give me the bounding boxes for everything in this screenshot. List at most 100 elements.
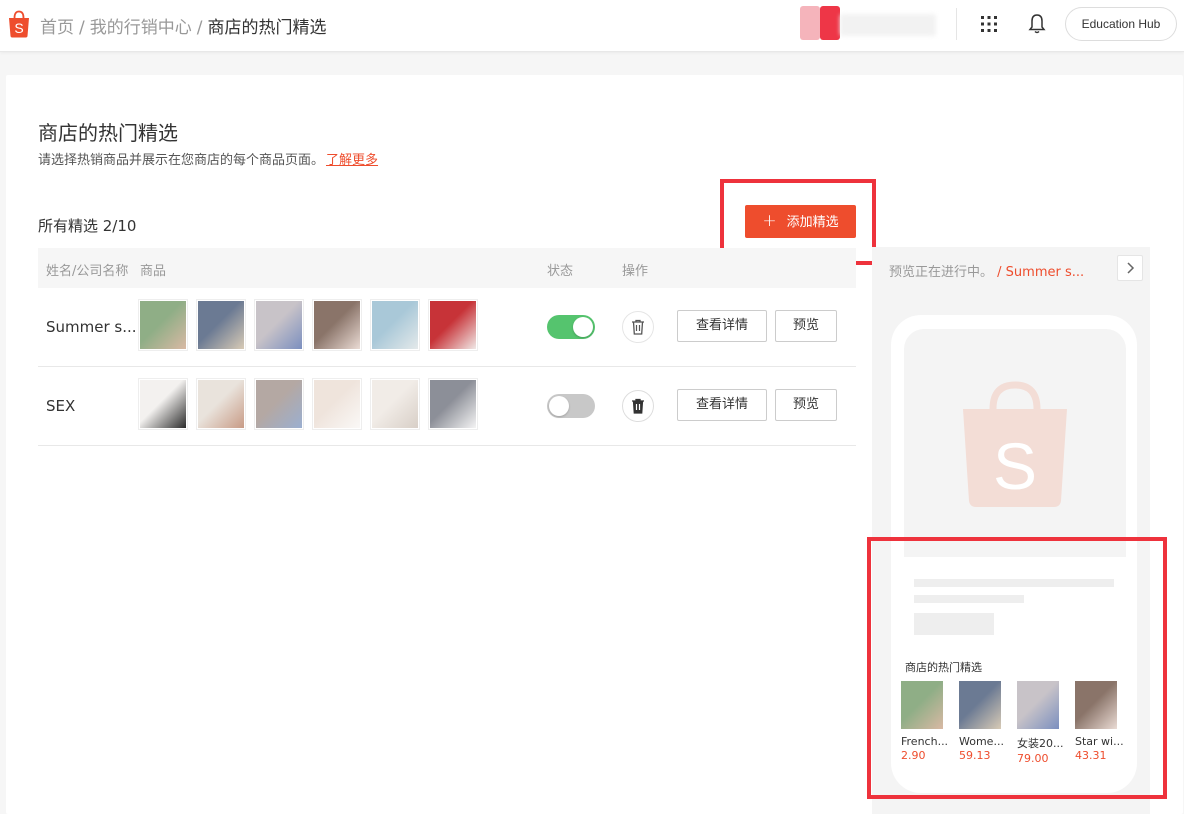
product-image [256, 380, 302, 428]
delete-button[interactable] [622, 311, 654, 343]
preview-button[interactable]: 预览 [775, 389, 837, 421]
product-image [314, 301, 360, 349]
preview-status: 预览正在进行中。 / Summer s... [889, 261, 1084, 280]
breadcrumb-current: 商店的热门精选 [207, 18, 327, 38]
avatar [800, 6, 820, 40]
shop-bag-icon: S [963, 381, 1067, 507]
header-products: 商品 [140, 264, 167, 279]
product-thumbnail [428, 299, 478, 351]
description-text: 请选择热销商品并展示在您商店的每个商品页面。 [38, 153, 325, 168]
main-card: 商店的热门精选 请选择热销商品并展示在您商店的每个商品页面。 了解更多 所有精选 … [6, 75, 1183, 814]
phone-mockup: S 商店的热门精选 French... 2.90 Wome... 59.13 女装20.… [891, 315, 1137, 793]
breadcrumb: 首页 / 我的行销中心 / 商店的热门精选 [40, 13, 326, 38]
product-thumbnail [312, 299, 362, 351]
preview-product: 女装20... 79.00 [1017, 681, 1067, 765]
preview-product: Wome... 59.13 [959, 681, 1009, 762]
product-thumbnail [254, 299, 304, 351]
preview-product-image [1017, 681, 1059, 729]
collection-name: SEX [46, 397, 76, 415]
toggle-knob [549, 396, 569, 416]
breadcrumb-home[interactable]: 首页 [40, 18, 74, 38]
trash-icon [632, 319, 644, 335]
breadcrumb-separator: / [196, 18, 203, 38]
page-title: 商店的热门精选 [38, 121, 178, 145]
product-image [198, 301, 244, 349]
collection-count: 所有精选 2/10 [38, 217, 137, 235]
product-thumbnail [428, 378, 478, 430]
svg-text:S: S [14, 20, 23, 36]
plus-icon: + [762, 211, 777, 231]
preview-status-text: 预览正在进行中。 [889, 265, 994, 280]
preview-button[interactable]: 预览 [775, 310, 837, 342]
product-image [140, 301, 186, 349]
skeleton-block [914, 613, 994, 635]
preview-product-name: 女装20... [1017, 737, 1064, 750]
notification-bell-icon[interactable] [1027, 13, 1047, 35]
product-image [372, 301, 418, 349]
status-toggle[interactable] [547, 315, 595, 339]
account-name [840, 14, 936, 36]
preview-next-button[interactable] [1117, 255, 1143, 281]
preview-product-price: 59.13 [959, 749, 991, 762]
product-thumbnail [196, 378, 246, 430]
header-status: 状态 [547, 264, 574, 279]
preview-collection-name: / Summer s... [997, 265, 1085, 280]
preview-product: Star wi... 43.31 [1075, 681, 1125, 762]
preview-product-image [901, 681, 943, 729]
collection-name: Summer s... [46, 318, 137, 336]
toggle-knob [573, 317, 593, 337]
product-thumbnail [312, 378, 362, 430]
product-thumbnail [254, 378, 304, 430]
preview-product-name: French... [901, 735, 949, 748]
preview-product-price: 79.00 [1017, 752, 1049, 765]
breadcrumb-marketing-centre[interactable]: 我的行销中心 [90, 18, 192, 38]
product-thumbnail [138, 299, 188, 351]
chevron-right-icon [1127, 262, 1135, 274]
preview-product-image [1075, 681, 1117, 729]
preview-product-name: Wome... [959, 735, 1004, 748]
preview-product: French... 2.90 [901, 681, 951, 762]
product-thumbnail [196, 299, 246, 351]
status-toggle[interactable] [547, 394, 595, 418]
page-description: 请选择热销商品并展示在您商店的每个商品页面。 了解更多 [38, 149, 378, 168]
svg-text:S: S [993, 429, 1037, 503]
add-collection-label: 添加精选 [786, 215, 839, 230]
preview-product-price: 43.31 [1075, 749, 1107, 762]
preview-product-image [959, 681, 1001, 729]
apps-grid-icon[interactable] [979, 14, 999, 34]
delete-button[interactable] [622, 390, 654, 422]
product-image [430, 380, 476, 428]
avatar [820, 6, 840, 40]
shop-logo-icon[interactable]: S [6, 10, 32, 38]
product-thumbnail [370, 299, 420, 351]
product-thumbnail [138, 378, 188, 430]
product-image [372, 380, 418, 428]
header-name: 姓名/公司名称 [46, 264, 129, 279]
skeleton-line [914, 579, 1114, 587]
top-bar: S 首页 / 我的行销中心 / 商店的热门精选 Education Hub [0, 0, 1184, 52]
product-thumbnail [370, 378, 420, 430]
product-image [314, 380, 360, 428]
header-actions: 操作 [622, 264, 649, 279]
divider [956, 8, 957, 40]
account-menu[interactable] [800, 6, 936, 42]
preview-panel: 预览正在进行中。 / Summer s... S 商店的热门精选 French.… [872, 247, 1150, 814]
product-image [256, 301, 302, 349]
product-image [140, 380, 186, 428]
add-collection-button[interactable]: + 添加精选 [745, 205, 856, 238]
learn-more-link[interactable]: 了解更多 [326, 153, 378, 168]
table-row: SEX 查看详情 预览 [38, 367, 856, 446]
education-hub-button[interactable]: Education Hub [1065, 7, 1177, 41]
preview-product-name: Star wi... [1075, 735, 1124, 748]
view-details-button[interactable]: 查看详情 [677, 310, 767, 342]
table-row: Summer s... 查看详情 预览 [38, 288, 856, 367]
product-image [430, 301, 476, 349]
skeleton-line [914, 595, 1024, 603]
trash-icon [632, 398, 644, 414]
preview-product-price: 2.90 [901, 749, 926, 762]
product-image [198, 380, 244, 428]
view-details-button[interactable]: 查看详情 [677, 389, 767, 421]
breadcrumb-separator: / [79, 18, 85, 38]
table-header: 姓名/公司名称 商品 状态 操作 [38, 248, 856, 288]
preview-section-title: 商店的热门精选 [905, 661, 982, 674]
